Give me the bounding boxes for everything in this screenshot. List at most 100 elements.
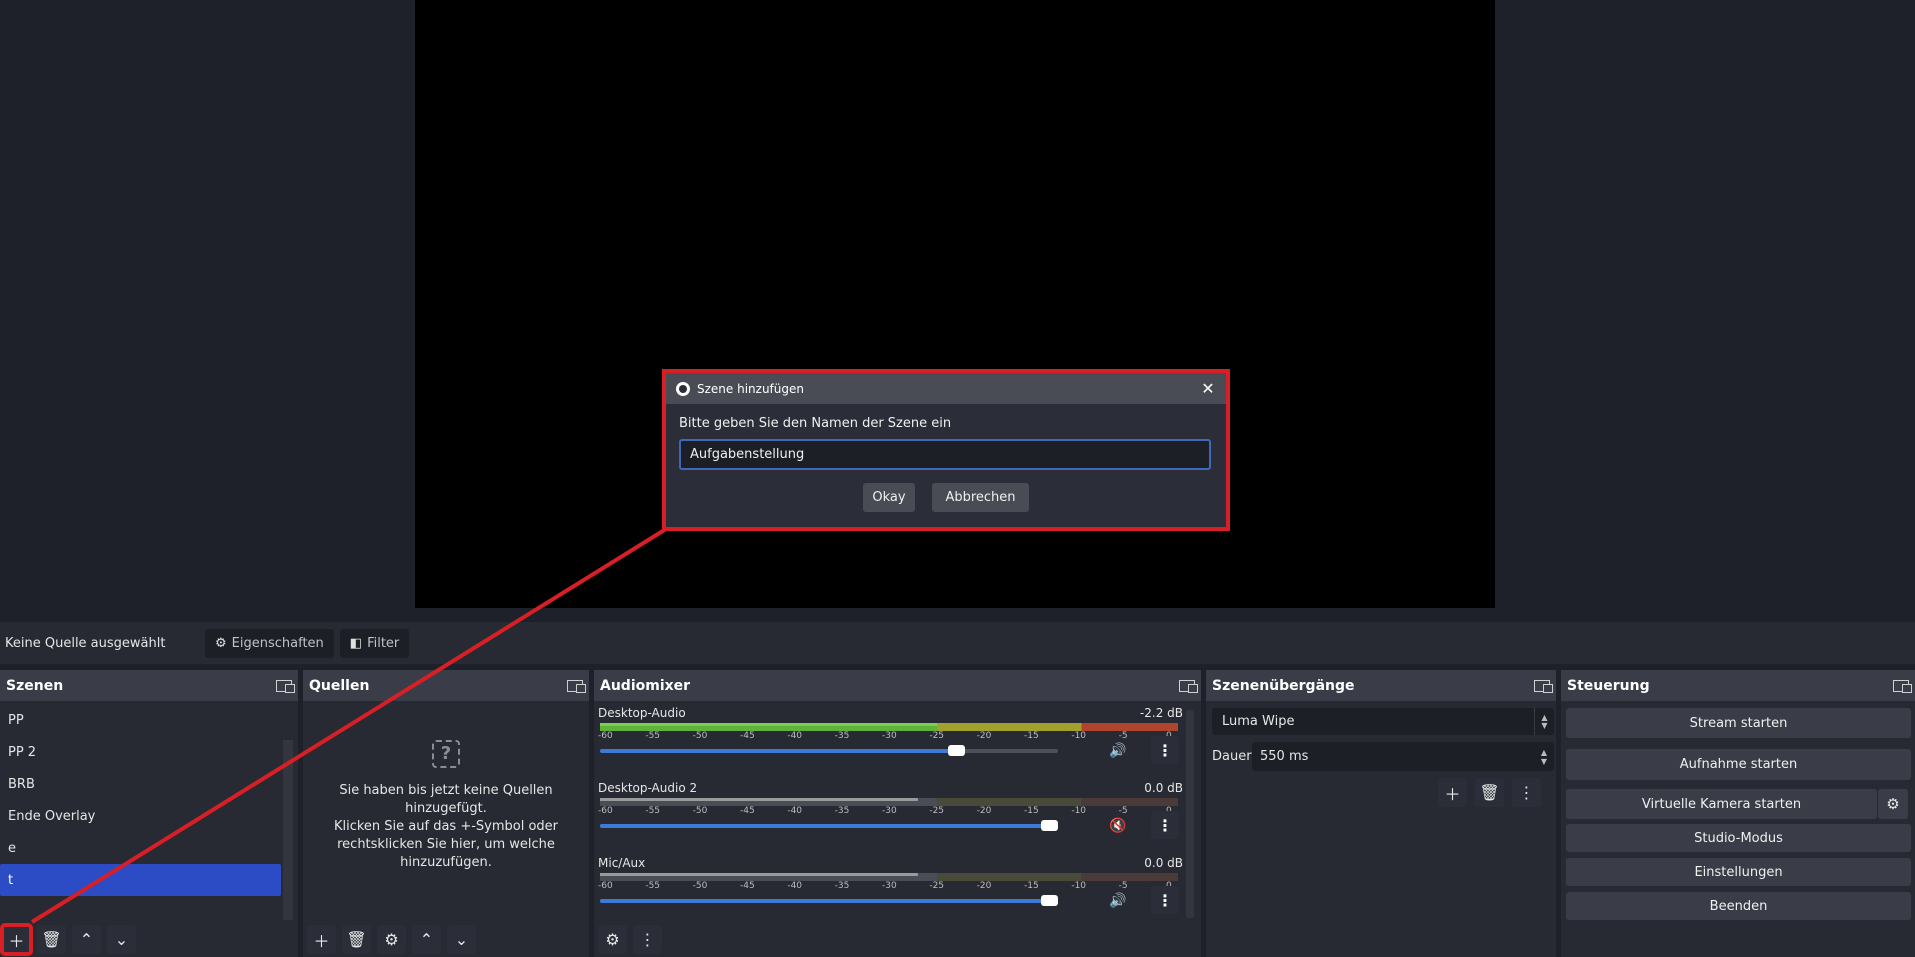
tick-label: -30 xyxy=(882,881,897,891)
tick-label: -45 xyxy=(740,881,755,891)
add-scene-button[interactable]: ＋ xyxy=(0,923,33,956)
add-transition-button[interactable]: ＋ xyxy=(1438,778,1467,807)
tick-label: -20 xyxy=(976,881,992,891)
ok-button[interactable]: Okay xyxy=(863,483,915,512)
add-source-button[interactable]: ＋ xyxy=(307,925,336,954)
slider-fill xyxy=(600,899,1048,903)
volume-meter xyxy=(600,723,1178,731)
volume-slider[interactable] xyxy=(600,745,1058,756)
meter-segment xyxy=(1081,873,1178,881)
channel-menu-button[interactable]: ⋮ xyxy=(1151,736,1179,764)
gears-icon: ⚙ xyxy=(605,930,620,949)
chevron-down-icon: ⌄ xyxy=(114,930,129,949)
transition-select[interactable]: Luma Wipe ▲ ▼ xyxy=(1212,708,1554,735)
move-scene-up-button[interactable]: ⌃ xyxy=(72,925,101,954)
duration-spinbox[interactable]: 550 ms ▲ ▼ xyxy=(1252,742,1554,771)
plus-icon: ＋ xyxy=(1444,784,1461,804)
tick-label: -55 xyxy=(645,806,661,816)
empty-line: rechtsklicken Sie hier, um welche xyxy=(337,837,555,852)
slider-handle[interactable] xyxy=(948,745,966,756)
volume-slider[interactable] xyxy=(600,895,1058,906)
speaker-icon[interactable]: 🔊 xyxy=(1109,893,1126,909)
volume-slider[interactable] xyxy=(600,820,1058,831)
mixer-menu-button[interactable]: ⋮ xyxy=(633,925,662,954)
tick-label: -30 xyxy=(882,731,897,741)
properties-button[interactable]: ⚙ Eigenschaften xyxy=(205,628,334,658)
mixer-channel: Desktop-Audio 2 0.0 dB -60 -55 -50 -45 -40 -35 -… xyxy=(598,781,1183,839)
tick-label: -10 xyxy=(1071,731,1087,741)
remove-scene-button[interactable]: 🗑 xyxy=(37,925,66,954)
tick-label: -40 xyxy=(787,881,803,891)
sources-footer: ＋ 🗑 ⚙ ⌃ ⌄ xyxy=(307,925,476,954)
start-virtual-camera-button[interactable]: Virtuelle Kamera starten xyxy=(1566,789,1877,819)
undock-icon[interactable] xyxy=(1893,679,1912,693)
settings-button[interactable]: Einstellungen xyxy=(1566,858,1911,886)
meter-ticks: -60-55-50-45-40-35-30-25-20-15-10-50 xyxy=(598,806,1176,818)
channel-db: 0.0 dB xyxy=(1144,856,1183,870)
virtual-camera-settings-button[interactable]: ⚙ xyxy=(1878,789,1908,819)
scene-item[interactable]: PP 2 xyxy=(0,736,283,768)
empty-line: hinzuzufügen. xyxy=(400,855,492,870)
trash-icon: 🗑 xyxy=(1479,783,1500,802)
start-recording-button[interactable]: Aufnahme starten xyxy=(1566,749,1911,780)
move-source-down-button[interactable]: ⌄ xyxy=(447,925,476,954)
start-stream-button[interactable]: Stream starten xyxy=(1566,708,1911,738)
tick-label: -40 xyxy=(787,806,803,816)
channel-menu-button[interactable]: ⋮ xyxy=(1151,886,1179,914)
cancel-button[interactable]: Abbrechen xyxy=(932,483,1029,512)
gear-icon: ⚙ xyxy=(215,635,227,651)
sources-empty-hint[interactable]: ? Sie haben bis jetzt keine Quellen hinz… xyxy=(303,740,589,872)
dialog-titlebar[interactable]: Szene hinzufügen xyxy=(666,373,1226,404)
transitions-header: Szenenübergänge xyxy=(1206,670,1556,701)
tick-label: -60 xyxy=(598,881,613,891)
remove-transition-button[interactable]: 🗑 xyxy=(1475,778,1504,807)
tick-label: -35 xyxy=(834,881,850,891)
scenes-scrollbar[interactable] xyxy=(283,740,293,920)
undock-icon[interactable] xyxy=(1179,679,1198,693)
studio-mode-button[interactable]: Studio-Modus xyxy=(1566,824,1911,852)
channel-menu-button[interactable]: ⋮ xyxy=(1151,811,1179,839)
slider-handle[interactable] xyxy=(1041,895,1058,906)
scene-item[interactable]: e xyxy=(0,832,283,864)
scene-name-input[interactable] xyxy=(679,439,1211,470)
scene-item[interactable]: Ende Overlay xyxy=(0,800,283,832)
scenes-footer: ＋ 🗑 ⌃ ⌄ xyxy=(0,923,136,956)
spin-arrows-icon[interactable]: ▲ ▼ xyxy=(1534,742,1554,771)
scene-item[interactable]: BRB xyxy=(0,768,283,800)
mixer-channel: Desktop-Audio -2.2 dB -60 -55 -50 -45 -40 -35 -3… xyxy=(598,706,1183,764)
tick-label: -20 xyxy=(976,806,992,816)
mixer-scrollbar[interactable] xyxy=(1186,710,1194,918)
tick-label: -25 xyxy=(929,731,945,741)
speaker-icon[interactable]: 🔊 xyxy=(1109,743,1126,759)
tick-label: -15 xyxy=(1024,731,1039,741)
remove-source-button[interactable]: 🗑 xyxy=(342,925,371,954)
slider-handle[interactable] xyxy=(1041,820,1058,831)
undock-icon[interactable] xyxy=(567,679,586,693)
undock-icon[interactable] xyxy=(276,679,295,693)
muted-speaker-icon[interactable]: 🔇 xyxy=(1109,818,1126,834)
transition-buttons: ＋ 🗑 ⋮ xyxy=(1438,778,1541,807)
exit-button[interactable]: Beenden xyxy=(1566,892,1911,920)
scene-item[interactable]: PP xyxy=(0,704,283,736)
gear-icon: ⚙ xyxy=(384,930,399,949)
scenes-title: Szenen xyxy=(6,677,64,694)
scenes-header: Szenen xyxy=(0,670,298,701)
scene-label: t xyxy=(8,872,14,888)
meter-segment xyxy=(1081,798,1178,806)
filter-icon: ◧ xyxy=(349,635,363,651)
undock-icon[interactable] xyxy=(1534,679,1553,693)
kebab-menu-icon: ⋮ xyxy=(1518,783,1535,802)
meter-level xyxy=(600,798,918,801)
filter-button[interactable]: ◧ Filter xyxy=(339,628,410,658)
move-scene-down-button[interactable]: ⌄ xyxy=(107,925,136,954)
close-icon[interactable]: ✕ xyxy=(1198,379,1218,399)
trash-icon: 🗑 xyxy=(41,930,62,949)
tick-label: -10 xyxy=(1071,881,1087,891)
move-source-up-button[interactable]: ⌃ xyxy=(412,925,441,954)
kebab-menu-icon: ⋮ xyxy=(639,930,656,949)
transition-menu-button[interactable]: ⋮ xyxy=(1512,778,1541,807)
slider-fill xyxy=(600,824,1048,828)
source-properties-button[interactable]: ⚙ xyxy=(377,925,406,954)
scene-item-selected[interactable]: t xyxy=(0,864,281,896)
advanced-audio-button[interactable]: ⚙ xyxy=(598,925,627,954)
